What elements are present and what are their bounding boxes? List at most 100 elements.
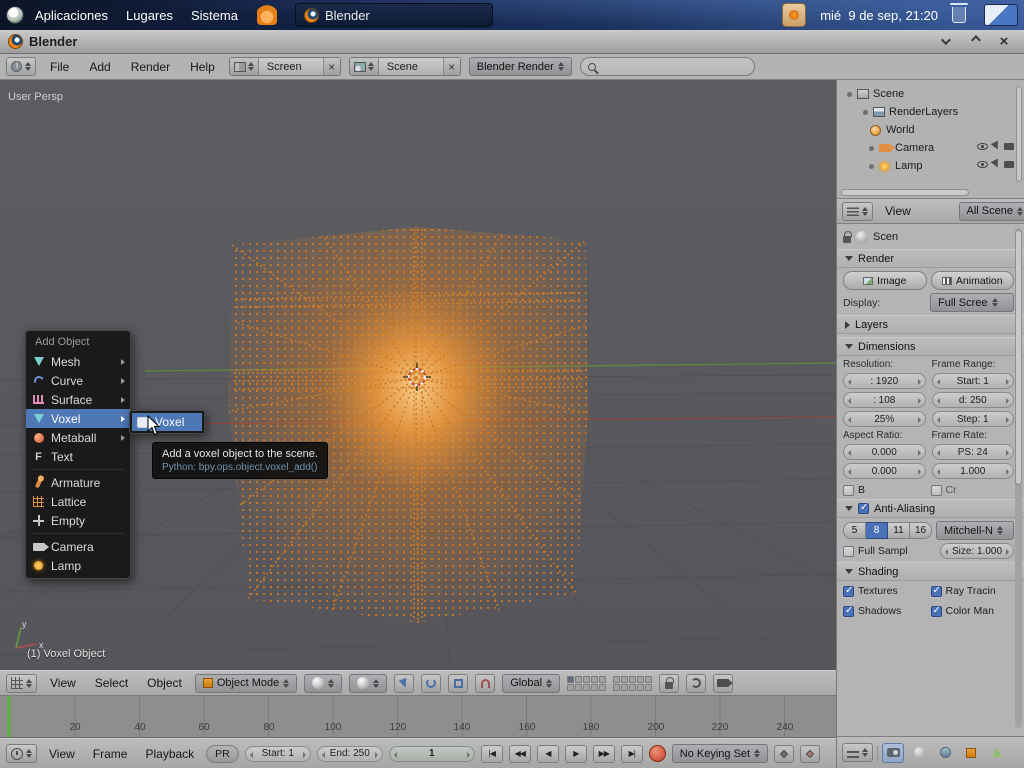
properties-editor[interactable]: Scen Render Image Animation Display: Ful… [836, 224, 1024, 736]
crop-checkbox[interactable] [930, 484, 942, 496]
raytracing-checkbox-row[interactable]: Ray Tracin [930, 585, 1015, 597]
layer-cell[interactable] [567, 675, 575, 683]
expand-dot-icon[interactable] [869, 163, 874, 169]
layer-cell[interactable] [621, 675, 629, 683]
layer-cell[interactable] [637, 683, 645, 691]
aa-samples-5-button[interactable]: 5 [843, 522, 866, 539]
layer-cell[interactable] [575, 675, 583, 683]
prev-keyframe-button[interactable]: ◀◀ [508, 744, 531, 763]
window-list-button[interactable]: Blender [294, 3, 493, 27]
selectability-toggle-icon[interactable] [990, 158, 1002, 170]
menu-item-text[interactable]: F Text [26, 447, 130, 466]
scrollbar-thumb[interactable] [1015, 230, 1022, 485]
screen-layout-value[interactable]: Screen [258, 58, 323, 75]
layer-toggle-grid[interactable] [613, 675, 653, 691]
outliner-item-label[interactable]: Camera [895, 142, 934, 154]
layer-cell[interactable] [567, 683, 575, 691]
shadows-checkbox-row[interactable]: Shadows [843, 605, 927, 617]
layer-cell[interactable] [621, 683, 629, 691]
select-menu[interactable]: Select [89, 674, 134, 692]
layer-cell[interactable] [613, 675, 621, 683]
proportional-edit-button[interactable] [686, 673, 707, 693]
border-checkbox[interactable] [843, 484, 854, 496]
pivot-point-dropdown[interactable] [349, 673, 388, 693]
mode-selector-dropdown[interactable]: Object Mode [194, 673, 298, 693]
scene-unlink-button[interactable]: × [442, 58, 460, 75]
outliner-display-mode-dropdown[interactable]: All Scene [958, 201, 1024, 221]
menu-item-curve[interactable]: Curve [26, 371, 130, 390]
render-tab[interactable] [882, 742, 904, 763]
shadows-checkbox[interactable] [843, 605, 854, 617]
manipulator-rotate-button[interactable] [421, 673, 442, 693]
manipulator-scale-button[interactable] [448, 673, 469, 693]
layer-cell[interactable] [591, 675, 599, 683]
transform-orientation-dropdown[interactable]: Global [502, 673, 561, 693]
shading-panel-header[interactable]: Shading [837, 562, 1024, 581]
search-box[interactable] [579, 57, 755, 76]
layer-cell[interactable] [613, 683, 621, 691]
dimensions-panel-header[interactable]: Dimensions [837, 337, 1024, 356]
jump-to-start-button[interactable]: |◀ [480, 744, 503, 763]
search-input[interactable] [600, 60, 731, 73]
aa-filter-dropdown[interactable]: Mitchell-N [936, 521, 1014, 540]
object-menu[interactable]: Object [141, 674, 188, 692]
layer-cell[interactable] [591, 683, 599, 691]
screen-unlink-button[interactable]: × [322, 58, 340, 75]
submenu-item-voxel[interactable]: Voxel [132, 413, 202, 431]
file-menu[interactable]: File [44, 58, 75, 76]
fps-field[interactable]: PS: 24 [931, 444, 1014, 460]
menu-item-metaball[interactable]: Metaball [26, 428, 130, 447]
keying-set-dropdown[interactable]: No Keying Set [671, 744, 769, 763]
timeline-ruler[interactable]: 20 40 60 80 100 120 140 160 180 200 220 … [0, 696, 836, 738]
antialiasing-panel-header[interactable]: Anti-Aliasing [837, 499, 1024, 518]
fps-base-field[interactable]: 1.000 [931, 463, 1014, 479]
outliner-row-world[interactable]: World [845, 121, 1024, 139]
renderability-toggle-icon[interactable] [1004, 142, 1014, 150]
tray-icon[interactable] [782, 3, 807, 27]
expand-dot-icon[interactable] [869, 145, 874, 151]
menu-item-voxel[interactable]: Voxel [26, 409, 130, 428]
full-sample-checkbox[interactable] [843, 545, 854, 557]
outliner-view-menu[interactable]: View [879, 202, 917, 220]
layer-cell[interactable] [583, 683, 591, 691]
current-frame-indicator[interactable] [7, 696, 11, 737]
jump-to-end-button[interactable]: ▶| [620, 744, 643, 763]
menu-item-camera[interactable]: Camera [26, 537, 130, 556]
window-minimize-button[interactable] [932, 33, 956, 50]
system-menu[interactable]: Sistema [184, 4, 245, 27]
outliner-row-renderlayers[interactable]: RenderLayers [845, 103, 1024, 121]
outliner-item-label[interactable]: Scene [873, 88, 904, 100]
editor-type-button[interactable] [6, 57, 36, 76]
layer-cell[interactable] [645, 683, 653, 691]
gnome-menu-icon[interactable] [6, 6, 24, 24]
lock-to-scene-button[interactable] [659, 673, 680, 693]
visibility-toggle-icon[interactable] [977, 142, 988, 150]
menu-item-empty[interactable]: Empty [26, 511, 130, 530]
layer-cell[interactable] [637, 675, 645, 683]
scene-selector-icon[interactable] [349, 58, 379, 75]
scene-tab[interactable] [908, 743, 930, 763]
view-menu[interactable]: View [44, 674, 82, 692]
workspace-switcher-icon[interactable] [984, 4, 1018, 26]
outliner-row-camera[interactable]: Camera [845, 139, 1024, 157]
layer-cell[interactable] [575, 683, 583, 691]
border-checkbox-row[interactable]: B [843, 484, 927, 496]
resolution-x-field[interactable]: : 1920 [843, 373, 926, 389]
layers-panel-header[interactable]: Layers [837, 315, 1024, 334]
timeline-playback-menu[interactable]: Playback [139, 745, 200, 763]
editor-type-button[interactable] [842, 743, 873, 762]
menu-item-surface[interactable]: Surface [26, 390, 130, 409]
editor-type-button[interactable] [842, 201, 873, 221]
frame-end-field[interactable]: End: 250 [316, 745, 383, 762]
resolution-percentage-field[interactable]: 25% [843, 411, 926, 427]
frame-step-field[interactable]: Step: 1 [931, 411, 1014, 427]
editor-type-button[interactable] [6, 673, 37, 693]
frame-end-field[interactable]: d: 250 [931, 392, 1014, 408]
layer-cell[interactable] [629, 683, 637, 691]
outliner-item-label[interactable]: Lamp [895, 160, 923, 172]
display-mode-dropdown[interactable]: Full Scree [930, 293, 1014, 312]
color-management-checkbox[interactable] [930, 605, 942, 617]
crop-checkbox-row[interactable]: Cr [930, 484, 1015, 496]
object-data-tab[interactable] [986, 743, 1008, 763]
render-panel-header[interactable]: Render [837, 249, 1024, 268]
